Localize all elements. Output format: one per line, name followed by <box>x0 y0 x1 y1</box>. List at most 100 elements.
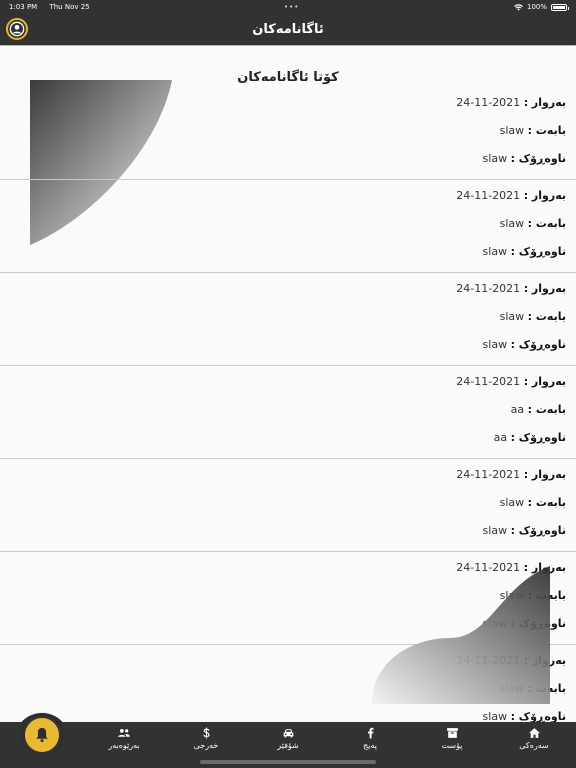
bell-icon <box>36 727 48 743</box>
notification-item[interactable]: بەروار : 2021-11-24 بابەت : slaw ناوەڕۆک… <box>0 87 576 180</box>
notification-subject: slaw <box>499 682 525 695</box>
notification-subject-row: بابەت : slaw <box>500 124 566 137</box>
battery-icon <box>551 3 569 11</box>
content-label: ناوەڕۆک : <box>510 245 566 258</box>
notifications-fab-button[interactable] <box>22 715 62 755</box>
notification-date-row: بەروار : 2021-11-24 <box>456 561 566 574</box>
notification-item[interactable]: بەروار : 2021-11-24 بابەت : slaw ناوەڕۆک… <box>0 645 576 722</box>
content-label: ناوەڕۆک : <box>510 338 566 351</box>
notification-subject-row: بابەت : aa <box>511 403 566 416</box>
facebook-icon <box>367 727 374 739</box>
notification-content: aa <box>493 431 508 444</box>
notification-content-row: ناوەڕۆک : slaw <box>483 710 566 722</box>
users-icon <box>118 728 130 737</box>
notification-date: 2021-11-24 <box>456 282 521 295</box>
page-title: ئاگانامەکان <box>252 22 324 37</box>
notification-date: 2021-11-24 <box>456 189 521 202</box>
notification-date: 2021-11-24 <box>456 654 521 667</box>
notifications-content[interactable]: کۆتا ئاگانامەکان بەروار : 2021-11-24 باب… <box>0 46 576 722</box>
notification-date: 2021-11-24 <box>456 375 521 388</box>
notification-content-row: ناوەڕۆک : slaw <box>483 617 566 630</box>
date-label: بەروار : <box>523 654 566 667</box>
notification-item[interactable]: بەروار : 2021-11-24 بابەت : aa ناوەڕۆک :… <box>0 366 576 459</box>
profile-button[interactable] <box>6 18 28 40</box>
subject-label: بابەت : <box>527 217 566 230</box>
notification-subject-row: بابەت : slaw <box>500 496 566 509</box>
notification-subject: slaw <box>499 124 525 137</box>
content-label: ناوەڕۆک : <box>510 524 566 537</box>
status-right: 100% <box>514 3 569 11</box>
nav-item-manager[interactable]: بەرێوەبەر <box>94 726 154 750</box>
wifi-icon <box>514 3 523 11</box>
date-label: بەروار : <box>523 561 566 574</box>
home-icon <box>528 728 540 738</box>
battery-percent: 100% <box>526 3 547 11</box>
notification-content: slaw <box>482 710 508 722</box>
notification-date-row: بەروار : 2021-11-24 <box>456 468 566 481</box>
subject-label: بابەت : <box>527 589 566 602</box>
nav-label-post: پۆست <box>441 741 463 750</box>
subject-label: بابەت : <box>527 310 566 323</box>
home-indicator <box>200 760 376 764</box>
notification-content: slaw <box>482 152 508 165</box>
notification-item[interactable]: بەروار : 2021-11-24 بابەت : slaw ناوەڕۆک… <box>0 273 576 366</box>
notification-date-row: بەروار : 2021-11-24 <box>456 375 566 388</box>
date-label: بەروار : <box>523 375 566 388</box>
date-label: بەروار : <box>523 468 566 481</box>
notification-subject: slaw <box>499 589 525 602</box>
notification-subject: slaw <box>499 310 525 323</box>
notification-content-row: ناوەڕۆک : slaw <box>483 338 566 351</box>
notification-date-row: بەروار : 2021-11-24 <box>456 282 566 295</box>
notification-date-row: بەروار : 2021-11-24 <box>456 189 566 202</box>
notification-content: slaw <box>482 524 508 537</box>
nav-item-page[interactable]: پەیج <box>340 726 400 750</box>
section-title: کۆتا ئاگانامەکان <box>237 70 339 85</box>
date-label: بەروار : <box>523 189 566 202</box>
notification-item[interactable]: بەروار : 2021-11-24 بابەت : slaw ناوەڕۆک… <box>0 459 576 552</box>
notification-date: 2021-11-24 <box>456 468 521 481</box>
notification-subject: aa <box>510 403 525 416</box>
notification-date-row: بەروار : 2021-11-24 <box>456 654 566 667</box>
notification-content-row: ناوەڕۆک : aa <box>494 431 566 444</box>
status-left: 1:03 PM Thu Nov 25 <box>9 3 100 11</box>
nav-label-manager: بەرێوەبەر <box>108 741 140 750</box>
content-label: ناوەڕۆک : <box>510 710 566 722</box>
notification-content: slaw <box>482 617 508 630</box>
dollar-icon <box>202 727 210 739</box>
content-label: ناوەڕۆک : <box>510 431 566 444</box>
car-icon <box>283 729 293 738</box>
nav-item-driver[interactable]: شۆفێر <box>258 726 318 750</box>
subject-label: بابەت : <box>527 403 566 416</box>
date-label: بەروار : <box>523 96 566 109</box>
nav-item-post[interactable]: پۆست <box>422 726 482 750</box>
notification-date: 2021-11-24 <box>456 96 521 109</box>
status-time: 1:03 PM <box>9 3 38 11</box>
archive-icon <box>446 728 458 738</box>
notification-subject-row: بابەت : slaw <box>500 217 566 230</box>
content-label: ناوەڕۆک : <box>510 617 566 630</box>
notification-item[interactable]: بەروار : 2021-11-24 بابەت : slaw ناوەڕۆک… <box>0 180 576 273</box>
date-label: بەروار : <box>523 282 566 295</box>
nav-label-home: سەرەکی <box>519 741 549 750</box>
multitask-dots-icon[interactable]: ••• <box>284 3 299 11</box>
subject-label: بابەت : <box>527 682 566 695</box>
notification-content: slaw <box>482 338 508 351</box>
notification-content: slaw <box>482 245 508 258</box>
status-date: Thu Nov 25 <box>49 3 90 11</box>
notification-item[interactable]: بەروار : 2021-11-24 بابەت : slaw ناوەڕۆک… <box>0 552 576 645</box>
notification-subject-row: بابەت : slaw <box>500 589 566 602</box>
notification-date-row: بەروار : 2021-11-24 <box>456 96 566 109</box>
notification-date: 2021-11-24 <box>456 561 521 574</box>
notification-subject-row: بابەت : slaw <box>500 310 566 323</box>
subject-label: بابەت : <box>527 124 566 137</box>
content-label: ناوەڕۆک : <box>510 152 566 165</box>
notification-subject-row: بابەت : slaw <box>500 682 566 695</box>
nav-item-expense[interactable]: خەرجی <box>176 726 236 750</box>
notification-content-row: ناوەڕۆک : slaw <box>483 524 566 537</box>
status-bar: 1:03 PM Thu Nov 25 ••• 100% <box>0 0 576 14</box>
app-header: ئاگانامەکان <box>0 14 576 45</box>
account-circle-icon <box>9 21 25 37</box>
nav-item-home[interactable]: سەرەکی <box>504 726 564 750</box>
notification-subject: slaw <box>499 217 525 230</box>
nav-label-expense: خەرجی <box>193 741 219 750</box>
